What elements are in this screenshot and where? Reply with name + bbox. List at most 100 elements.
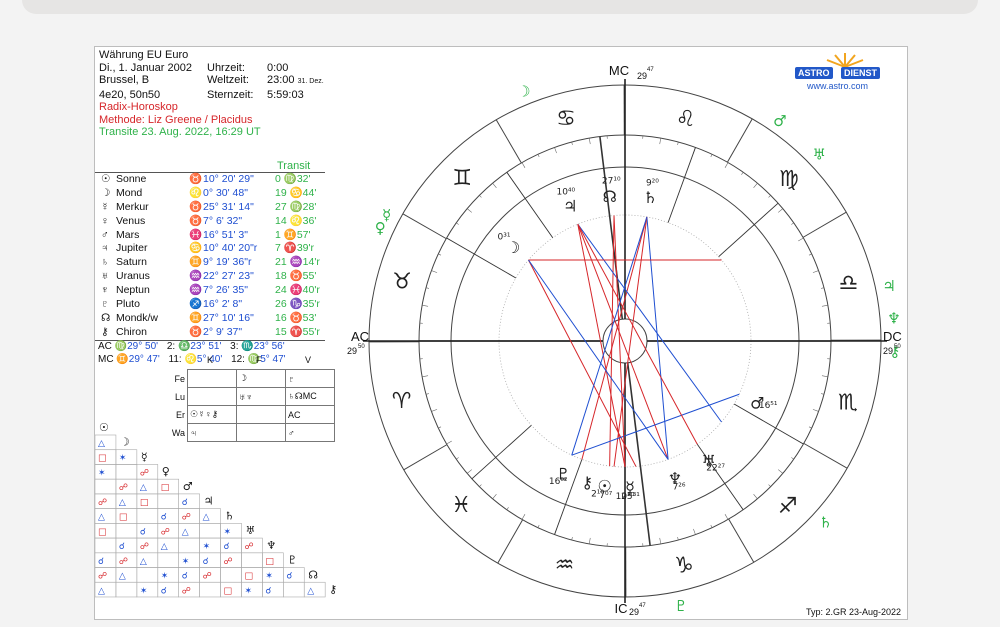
aspect-symbol: ✶ [119,454,127,464]
planet-position: 7° 6' 32" [203,214,243,227]
zodiac-sign-glyph: ♈ [392,389,412,414]
cusp-cell: ♊29° 47' [116,354,163,365]
ut-value: 23:00 [267,74,295,86]
planet-sign: ♉ [189,200,203,213]
planet-name: Jupiter [116,242,148,255]
planet-transit: 18 ♉55' [275,270,317,283]
aspect-symbol: ☍ [203,572,212,582]
planet-name: Mond [116,186,143,199]
planet-position: 16° 51' 3" [203,228,248,241]
degree-tick [659,138,662,145]
aspect-grid-glyph: ♅ [245,524,255,537]
aspect-symbol: ☌ [224,542,230,552]
planet-row: ♂ Mars ♓ 16° 51' 3" 1 ♊57' [95,229,325,243]
transit-planet-glyph: ♄ [819,514,832,532]
planet-sign: ♒ [189,284,203,297]
planet-row: ⚷ Chiron ♉ 2° 9' 37" 15 ♈55'r [95,326,325,340]
aspect-symbol: ☍ [140,468,149,478]
zodiac-sign-glyph: ♍ [779,167,799,192]
natal-planet-glyph: ♇ [556,464,570,483]
sign-boundary [402,213,447,240]
degree-tick [431,270,438,273]
house-cusp-line [718,202,779,258]
aspect-grid-glyph: ☊ [308,568,318,581]
degree-tick [537,154,540,158]
degree-tick [571,537,573,541]
degree-tick [791,457,794,460]
aspect-line [646,216,669,460]
element-column-head: F [256,355,262,365]
aspect-line [528,259,637,467]
cusp-cell: 3: [230,341,242,352]
top-bar [22,0,978,14]
sidereal-value: 5:59:03 [267,88,304,101]
planet-degree-label: 27¹⁰ [602,177,621,187]
natal-planet-glyph: ♄ [643,188,657,207]
zodiac-sign-glyph: ♎ [838,271,858,296]
aspect-symbol: ☌ [98,557,104,567]
transit-planet-glyph: ☽ [517,83,530,101]
aspect-symbol: ☍ [119,557,128,567]
planet-glyph: ☉ [101,173,111,185]
aspect-grid-glyph: ♆ [266,539,276,552]
zodiac-sign-glyph: ♉ [392,269,412,294]
planet-glyph: ☿ [101,200,109,213]
sign-boundary [728,518,755,563]
zodiac-sign-glyph: ♑ [674,553,694,578]
aspect-symbol: ☌ [161,586,167,596]
planet-glyph: ♆ [101,284,109,297]
house-method: Methode: Liz Greene / Placidus [99,113,253,126]
dc-label: DC [883,329,902,344]
chart-header: Währung EU Euro Di., 1. Januar 2002 Uhrze… [99,49,324,139]
aspect-symbol: ☍ [140,542,149,552]
transit-date: Transite 23. Aug. 2022, 16:29 UT [99,126,261,138]
birth-city: Brussel, B [99,74,150,86]
degree-tick [724,162,729,168]
planet-glyph: ♀ [101,214,109,227]
cusp-cell: ♌5° 40' [184,354,226,365]
aspect-symbol: ✶ [98,468,106,478]
aspect-line [528,259,669,460]
planet-position: 27° 10' 16" [203,311,254,324]
transit-planet-glyph: ♃ [882,277,895,295]
mc-minutes: 47 [647,67,654,73]
zodiac-sign-glyph: ♊ [452,166,472,191]
element-column-head: V [305,355,312,365]
planet-position: 10° 40' 20"r [203,242,258,255]
aspect-symbol: △ [119,572,126,582]
house-cusp-line [471,424,532,480]
planet-sign: ♒ [189,270,203,283]
degree-tick [479,195,482,198]
aspect-symbol: ☌ [203,557,209,567]
aspect-line [577,223,698,445]
degree-tick [741,172,744,175]
aspect-symbol: ☍ [98,572,107,582]
aspect-symbol: △ [182,527,189,537]
planet-position: 25° 31' 14" [203,200,254,213]
cusp-cell: ♎23° 51' [177,341,225,352]
time-value: 0:00 [267,61,289,74]
planet-row: ♆ Neptun ♒ 7° 26' 35" 24 ♓40'r [95,284,325,298]
planet-glyph: ♃ [101,242,109,255]
aspect-symbol: □ [119,513,128,523]
aspect-symbol: □ [98,454,107,464]
ac-minutes: 50 [358,344,365,350]
planet-sign: ♉ [189,173,203,185]
planet-name: Chiron [116,325,147,338]
element-cell: ♇ [285,369,335,388]
aspect-symbol: ✶ [161,572,169,582]
ac-label: AC [351,329,369,344]
horoscope-sheet: Währung EU Euro Di., 1. Januar 2002 Uhrze… [94,46,908,620]
aspect-grid-cell [95,537,117,554]
element-column-head: K [207,355,214,365]
degree-tick [588,138,591,145]
planet-position: 2° 9' 37" [203,325,243,338]
cusp-cell: ♏23° 56' [241,341,285,352]
cusp-cell: MC [98,354,117,365]
zodiac-sign-glyph: ♌ [676,107,696,132]
natal-planet-glyph: ♃ [563,197,577,216]
house-cusp-line [506,171,554,239]
aspect-grid-cell [283,581,305,598]
transit-column-header: Transit [277,160,311,172]
aspect-symbol: △ [203,513,210,523]
